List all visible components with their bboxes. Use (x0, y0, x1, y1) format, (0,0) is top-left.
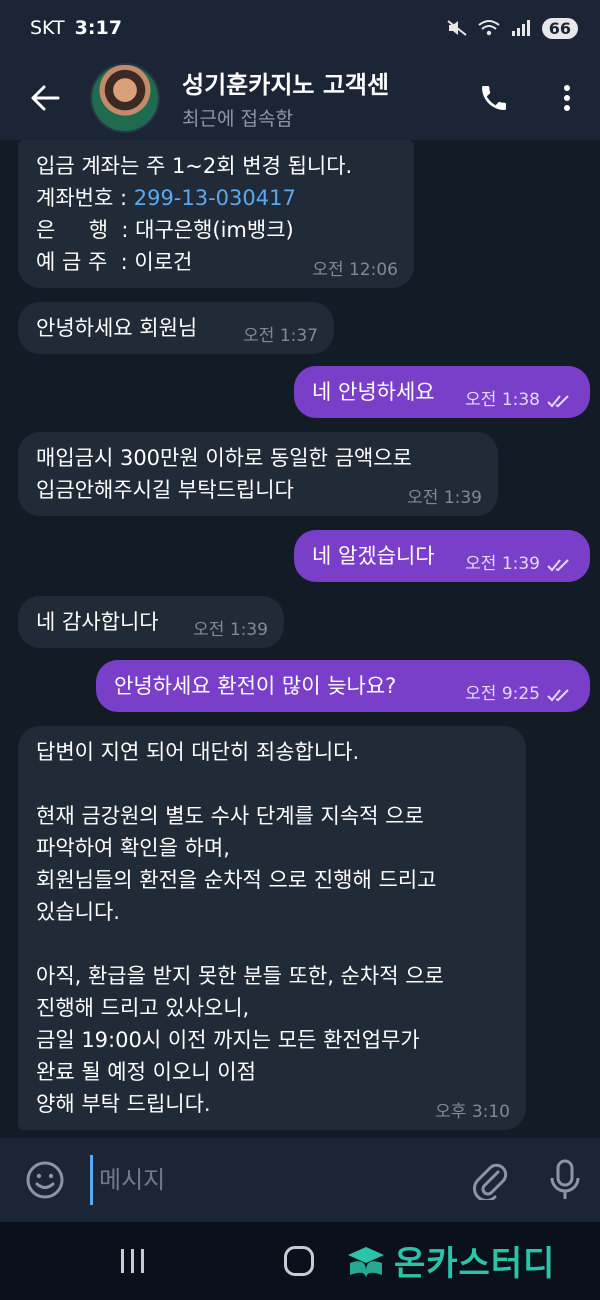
message-text: 답변이 지연 되어 대단히 죄송합니다. 현재 금강원의 별도 수사 단계를 지… (36, 740, 444, 1116)
message-bubble[interactable]: 네 알겠습니다 오전 1:39 (294, 530, 590, 582)
back-button[interactable] (0, 56, 90, 140)
more-options-button[interactable] (542, 56, 592, 140)
watermark: 온카스터디 (344, 1236, 555, 1285)
message-bubble[interactable]: 네 안녕하세요 오전 1:38 (294, 366, 590, 418)
battery-indicator: 66 (541, 17, 578, 39)
double-check-icon (547, 395, 569, 408)
smiley-icon (26, 1161, 64, 1199)
emoji-button[interactable] (0, 1138, 90, 1222)
message-time: 오전 1:39 (193, 620, 268, 640)
message-text: 안녕하세요 환전이 많이 늦나요? (114, 674, 397, 698)
message-text: 은 행 : 대구은행(im뱅크) 예 금 주 : 이로건 (36, 218, 294, 274)
chat-header: 성기훈카지노 고객센 최근에 접속함 (0, 56, 600, 140)
message-time: 오전 1:38 (465, 390, 540, 410)
message-time: 오전 9:25 (465, 684, 540, 704)
more-vertical-icon (564, 85, 570, 111)
signal-icon (511, 20, 530, 36)
message-time: 오후 3:10 (435, 1102, 510, 1122)
watermark-text: 온카스터디 (394, 1244, 556, 1284)
double-check-icon (547, 559, 569, 572)
message-composer (0, 1138, 600, 1222)
carrier-label: SKT (30, 17, 65, 39)
header-actions (464, 56, 600, 140)
message-input[interactable] (90, 1155, 410, 1205)
message-time: 오전 1:39 (465, 554, 540, 574)
wifi-icon (478, 20, 500, 36)
message-text: 네 감사합니다 (36, 610, 159, 634)
message-bubble[interactable]: 입금 계좌는 주 1~2회 변경 됩니다. 계좌번호 : 299-13-0304… (18, 140, 414, 288)
account-number-link[interactable]: 299-13-030417 (134, 186, 296, 210)
message-bubble[interactable]: 안녕하세요 회원님 오전 1:37 (18, 302, 334, 354)
message-text: 네 알겠습니다 (312, 544, 435, 568)
chat-title: 성기훈카지노 고객센 (182, 71, 390, 99)
message-bubble[interactable]: 답변이 지연 되어 대단히 죄송합니다. 현재 금강원의 별도 수사 단계를 지… (18, 726, 526, 1130)
message-bubble[interactable]: 네 감사합니다 오전 1:39 (18, 596, 284, 648)
avatar[interactable] (90, 63, 160, 133)
message-bubble[interactable]: 안녕하세요 환전이 많이 늦나요? 오전 9:25 (96, 660, 590, 712)
status-time: 3:17 (74, 17, 122, 39)
mute-icon (447, 20, 467, 36)
arrow-left-icon (31, 85, 60, 111)
voice-record-button[interactable] (530, 1138, 600, 1222)
home-button[interactable] (284, 1246, 314, 1276)
system-nav-bar: 온카스터디 (0, 1222, 600, 1300)
message-text: 네 안녕하세요 (312, 380, 435, 404)
message-time: 오전 1:37 (243, 326, 318, 346)
message-bubble[interactable]: 매입금시 300만원 이하로 동일한 금액으로 입금안해주시길 부탁드립니다 오전… (18, 432, 498, 516)
attach-button[interactable] (450, 1138, 530, 1222)
message-text: 안녕하세요 회원님 (36, 316, 198, 340)
double-check-icon (547, 689, 569, 702)
message-text: 매입금시 300만원 이하로 동일한 금액으로 입금안해주시길 부탁드립니다 (36, 446, 412, 502)
status-left: SKT 3:17 (30, 17, 122, 39)
call-button[interactable] (464, 56, 524, 140)
phone-icon (482, 86, 506, 110)
recent-apps-button[interactable] (112, 1244, 152, 1278)
message-time: 오전 1:39 (407, 488, 482, 508)
chat-messages[interactable]: 입금 계좌는 주 1~2회 변경 됩니다. 계좌번호 : 299-13-0304… (0, 140, 600, 1138)
microphone-icon (550, 1159, 580, 1199)
message-time: 오전 12:06 (312, 260, 398, 280)
chat-status: 최근에 접속함 (182, 108, 293, 130)
paperclip-icon (473, 1163, 508, 1200)
status-right: 66 (446, 17, 578, 39)
chat-info[interactable]: 성기훈카지노 고객센 최근에 접속함 (182, 65, 432, 131)
book-logo-icon (348, 1246, 384, 1279)
status-bar: SKT 3:17 66 (0, 0, 600, 56)
